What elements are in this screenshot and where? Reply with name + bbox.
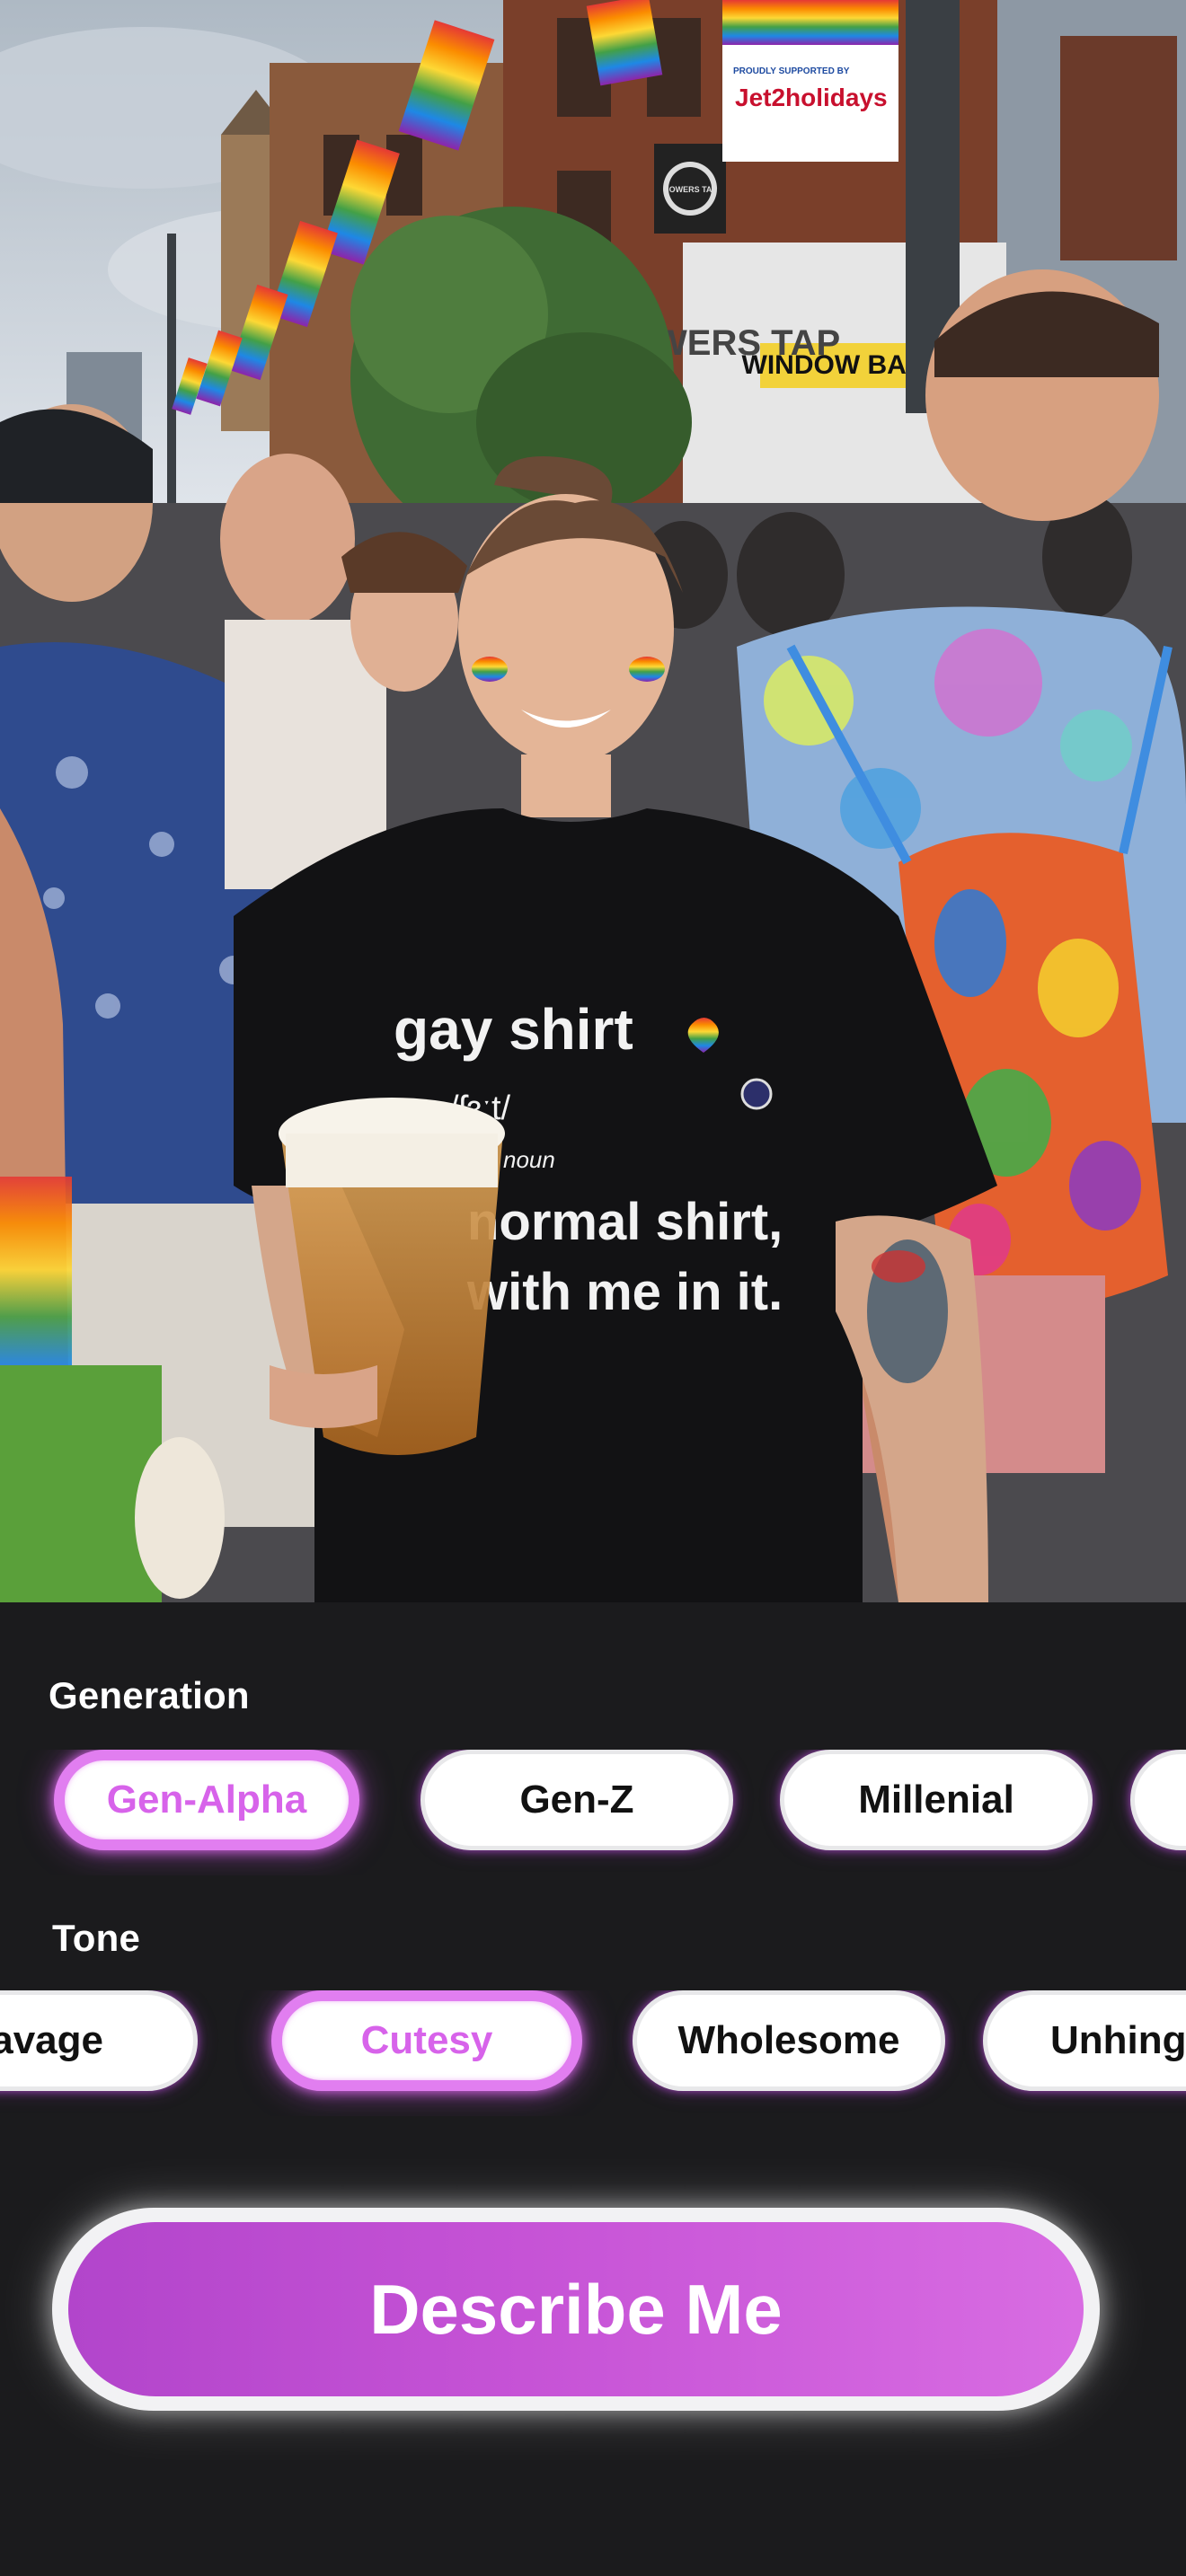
bald-man: [220, 454, 355, 624]
chip-gen-alpha[interactable]: Gen-Alpha: [54, 1750, 359, 1850]
shirt-text-line3: noun: [503, 1146, 555, 1173]
chip-gen-z[interactable]: Gen-Z: [420, 1750, 733, 1850]
chip-cutesy[interactable]: Cutesy: [271, 1990, 582, 2091]
tone-chip-row[interactable]: Savage Cutesy Wholesome Unhinged: [0, 1990, 1186, 2116]
tone-label: Tone: [52, 1917, 141, 1959]
photo-illustration: WINDOW BAR GOWERS TAP GOWERS TAP PROUDLY…: [0, 0, 1186, 1602]
chip-unhinged[interactable]: Unhinged: [983, 1990, 1186, 2091]
shirt-text-line1: gay shirt: [394, 997, 633, 1062]
generation-chip-row[interactable]: Gen-Alpha Gen-Z Millenial: [0, 1750, 1186, 1875]
describe-me-button-frame: Describe Me: [52, 2208, 1100, 2411]
banner-brand-text: Jet2holidays: [735, 84, 888, 111]
chip-savage[interactable]: Savage: [0, 1990, 198, 2091]
describe-me-button[interactable]: Describe Me: [68, 2222, 1084, 2396]
shirt-text-line4: normal shirt,: [467, 1193, 783, 1251]
options-panel: Generation Gen-Alpha Gen-Z Millenial Ton…: [0, 1602, 1186, 2576]
generation-label: Generation: [49, 1674, 250, 1716]
hanging-sign-text: GOWERS TAP: [663, 185, 718, 194]
shirt-text-line5: with me in it.: [466, 1263, 783, 1321]
button-pin: [740, 1078, 773, 1110]
photo-preview: WINDOW BAR GOWERS TAP GOWERS TAP PROUDLY…: [0, 0, 1186, 1602]
chip-wholesome[interactable]: Wholesome: [633, 1990, 945, 2091]
chip-generation-partial[interactable]: [1130, 1750, 1186, 1850]
banner-small-text: PROUDLY SUPPORTED BY: [733, 66, 850, 76]
chip-millenial[interactable]: Millenial: [780, 1750, 1093, 1850]
